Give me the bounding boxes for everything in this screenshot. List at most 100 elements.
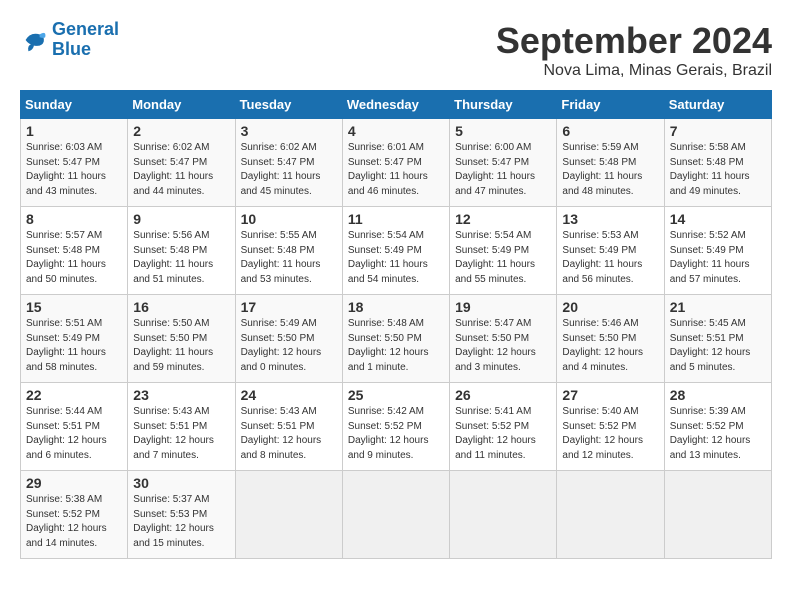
table-row <box>450 471 557 559</box>
month-title: September 2024 <box>496 20 772 62</box>
table-row: 18 Sunrise: 5:48 AMSunset: 5:50 PMDaylig… <box>342 295 449 383</box>
day-number: 28 <box>670 387 766 403</box>
day-info: Sunrise: 5:45 AMSunset: 5:51 PMDaylight:… <box>670 318 751 373</box>
day-number: 12 <box>455 211 551 227</box>
table-row: 25 Sunrise: 5:42 AMSunset: 5:52 PMDaylig… <box>342 383 449 471</box>
day-info: Sunrise: 5:48 AMSunset: 5:50 PMDaylight:… <box>348 318 429 373</box>
calendar-week-row: 15 Sunrise: 5:51 AMSunset: 5:49 PMDaylig… <box>21 295 772 383</box>
day-info: Sunrise: 5:37 AMSunset: 5:53 PMDaylight:… <box>133 494 214 549</box>
col-thursday: Thursday <box>450 91 557 119</box>
day-info: Sunrise: 5:57 AMSunset: 5:48 PMDaylight:… <box>26 230 106 285</box>
day-number: 25 <box>348 387 444 403</box>
table-row: 15 Sunrise: 5:51 AMSunset: 5:49 PMDaylig… <box>21 295 128 383</box>
day-number: 13 <box>562 211 658 227</box>
day-number: 23 <box>133 387 229 403</box>
logo-icon <box>20 26 48 54</box>
table-row: 26 Sunrise: 5:41 AMSunset: 5:52 PMDaylig… <box>450 383 557 471</box>
logo: General Blue <box>20 20 119 60</box>
table-row: 28 Sunrise: 5:39 AMSunset: 5:52 PMDaylig… <box>664 383 771 471</box>
day-info: Sunrise: 6:02 AMSunset: 5:47 PMDaylight:… <box>241 142 321 197</box>
calendar-week-row: 22 Sunrise: 5:44 AMSunset: 5:51 PMDaylig… <box>21 383 772 471</box>
table-row: 20 Sunrise: 5:46 AMSunset: 5:50 PMDaylig… <box>557 295 664 383</box>
day-number: 3 <box>241 123 337 139</box>
day-number: 5 <box>455 123 551 139</box>
day-info: Sunrise: 5:43 AMSunset: 5:51 PMDaylight:… <box>241 406 322 461</box>
page-header: General Blue September 2024 Nova Lima, M… <box>20 20 772 80</box>
day-number: 27 <box>562 387 658 403</box>
col-monday: Monday <box>128 91 235 119</box>
table-row: 6 Sunrise: 5:59 AMSunset: 5:48 PMDayligh… <box>557 119 664 207</box>
col-sunday: Sunday <box>21 91 128 119</box>
title-block: September 2024 Nova Lima, Minas Gerais, … <box>496 20 772 80</box>
calendar-week-row: 8 Sunrise: 5:57 AMSunset: 5:48 PMDayligh… <box>21 207 772 295</box>
table-row: 3 Sunrise: 6:02 AMSunset: 5:47 PMDayligh… <box>235 119 342 207</box>
day-number: 4 <box>348 123 444 139</box>
day-number: 30 <box>133 475 229 491</box>
table-row: 5 Sunrise: 6:00 AMSunset: 5:47 PMDayligh… <box>450 119 557 207</box>
day-info: Sunrise: 5:38 AMSunset: 5:52 PMDaylight:… <box>26 494 107 549</box>
day-number: 7 <box>670 123 766 139</box>
day-number: 16 <box>133 299 229 315</box>
day-info: Sunrise: 6:00 AMSunset: 5:47 PMDaylight:… <box>455 142 535 197</box>
table-row: 24 Sunrise: 5:43 AMSunset: 5:51 PMDaylig… <box>235 383 342 471</box>
day-info: Sunrise: 6:02 AMSunset: 5:47 PMDaylight:… <box>133 142 213 197</box>
calendar-table: Sunday Monday Tuesday Wednesday Thursday… <box>20 90 772 559</box>
table-row: 17 Sunrise: 5:49 AMSunset: 5:50 PMDaylig… <box>235 295 342 383</box>
table-row: 11 Sunrise: 5:54 AMSunset: 5:49 PMDaylig… <box>342 207 449 295</box>
table-row: 19 Sunrise: 5:47 AMSunset: 5:50 PMDaylig… <box>450 295 557 383</box>
col-wednesday: Wednesday <box>342 91 449 119</box>
col-friday: Friday <box>557 91 664 119</box>
table-row: 14 Sunrise: 5:52 AMSunset: 5:49 PMDaylig… <box>664 207 771 295</box>
day-info: Sunrise: 6:01 AMSunset: 5:47 PMDaylight:… <box>348 142 428 197</box>
day-number: 29 <box>26 475 122 491</box>
day-info: Sunrise: 5:52 AMSunset: 5:49 PMDaylight:… <box>670 230 750 285</box>
header-row: Sunday Monday Tuesday Wednesday Thursday… <box>21 91 772 119</box>
table-row: 27 Sunrise: 5:40 AMSunset: 5:52 PMDaylig… <box>557 383 664 471</box>
day-number: 2 <box>133 123 229 139</box>
calendar-week-row: 1 Sunrise: 6:03 AMSunset: 5:47 PMDayligh… <box>21 119 772 207</box>
day-info: Sunrise: 5:50 AMSunset: 5:50 PMDaylight:… <box>133 318 213 373</box>
day-number: 18 <box>348 299 444 315</box>
table-row: 30 Sunrise: 5:37 AMSunset: 5:53 PMDaylig… <box>128 471 235 559</box>
day-number: 8 <box>26 211 122 227</box>
day-info: Sunrise: 5:40 AMSunset: 5:52 PMDaylight:… <box>562 406 643 461</box>
day-info: Sunrise: 5:42 AMSunset: 5:52 PMDaylight:… <box>348 406 429 461</box>
table-row: 22 Sunrise: 5:44 AMSunset: 5:51 PMDaylig… <box>21 383 128 471</box>
day-info: Sunrise: 5:58 AMSunset: 5:48 PMDaylight:… <box>670 142 750 197</box>
day-info: Sunrise: 5:49 AMSunset: 5:50 PMDaylight:… <box>241 318 322 373</box>
table-row: 4 Sunrise: 6:01 AMSunset: 5:47 PMDayligh… <box>342 119 449 207</box>
day-info: Sunrise: 5:53 AMSunset: 5:49 PMDaylight:… <box>562 230 642 285</box>
day-info: Sunrise: 5:59 AMSunset: 5:48 PMDaylight:… <box>562 142 642 197</box>
day-number: 26 <box>455 387 551 403</box>
table-row: 10 Sunrise: 5:55 AMSunset: 5:48 PMDaylig… <box>235 207 342 295</box>
col-saturday: Saturday <box>664 91 771 119</box>
day-info: Sunrise: 5:54 AMSunset: 5:49 PMDaylight:… <box>348 230 428 285</box>
day-number: 10 <box>241 211 337 227</box>
day-number: 6 <box>562 123 658 139</box>
table-row: 9 Sunrise: 5:56 AMSunset: 5:48 PMDayligh… <box>128 207 235 295</box>
table-row: 2 Sunrise: 6:02 AMSunset: 5:47 PMDayligh… <box>128 119 235 207</box>
logo-text-line1: General <box>52 20 119 40</box>
day-number: 22 <box>26 387 122 403</box>
table-row: 12 Sunrise: 5:54 AMSunset: 5:49 PMDaylig… <box>450 207 557 295</box>
day-info: Sunrise: 5:56 AMSunset: 5:48 PMDaylight:… <box>133 230 213 285</box>
location-title: Nova Lima, Minas Gerais, Brazil <box>496 62 772 80</box>
day-number: 15 <box>26 299 122 315</box>
table-row: 8 Sunrise: 5:57 AMSunset: 5:48 PMDayligh… <box>21 207 128 295</box>
day-info: Sunrise: 5:51 AMSunset: 5:49 PMDaylight:… <box>26 318 106 373</box>
table-row: 13 Sunrise: 5:53 AMSunset: 5:49 PMDaylig… <box>557 207 664 295</box>
table-row: 23 Sunrise: 5:43 AMSunset: 5:51 PMDaylig… <box>128 383 235 471</box>
day-number: 24 <box>241 387 337 403</box>
day-info: Sunrise: 5:41 AMSunset: 5:52 PMDaylight:… <box>455 406 536 461</box>
day-info: Sunrise: 5:44 AMSunset: 5:51 PMDaylight:… <box>26 406 107 461</box>
logo-text-line2: Blue <box>52 40 119 60</box>
day-number: 9 <box>133 211 229 227</box>
table-row: 21 Sunrise: 5:45 AMSunset: 5:51 PMDaylig… <box>664 295 771 383</box>
day-info: Sunrise: 5:43 AMSunset: 5:51 PMDaylight:… <box>133 406 214 461</box>
col-tuesday: Tuesday <box>235 91 342 119</box>
day-info: Sunrise: 6:03 AMSunset: 5:47 PMDaylight:… <box>26 142 106 197</box>
table-row: 29 Sunrise: 5:38 AMSunset: 5:52 PMDaylig… <box>21 471 128 559</box>
day-number: 17 <box>241 299 337 315</box>
table-row <box>235 471 342 559</box>
table-row: 1 Sunrise: 6:03 AMSunset: 5:47 PMDayligh… <box>21 119 128 207</box>
